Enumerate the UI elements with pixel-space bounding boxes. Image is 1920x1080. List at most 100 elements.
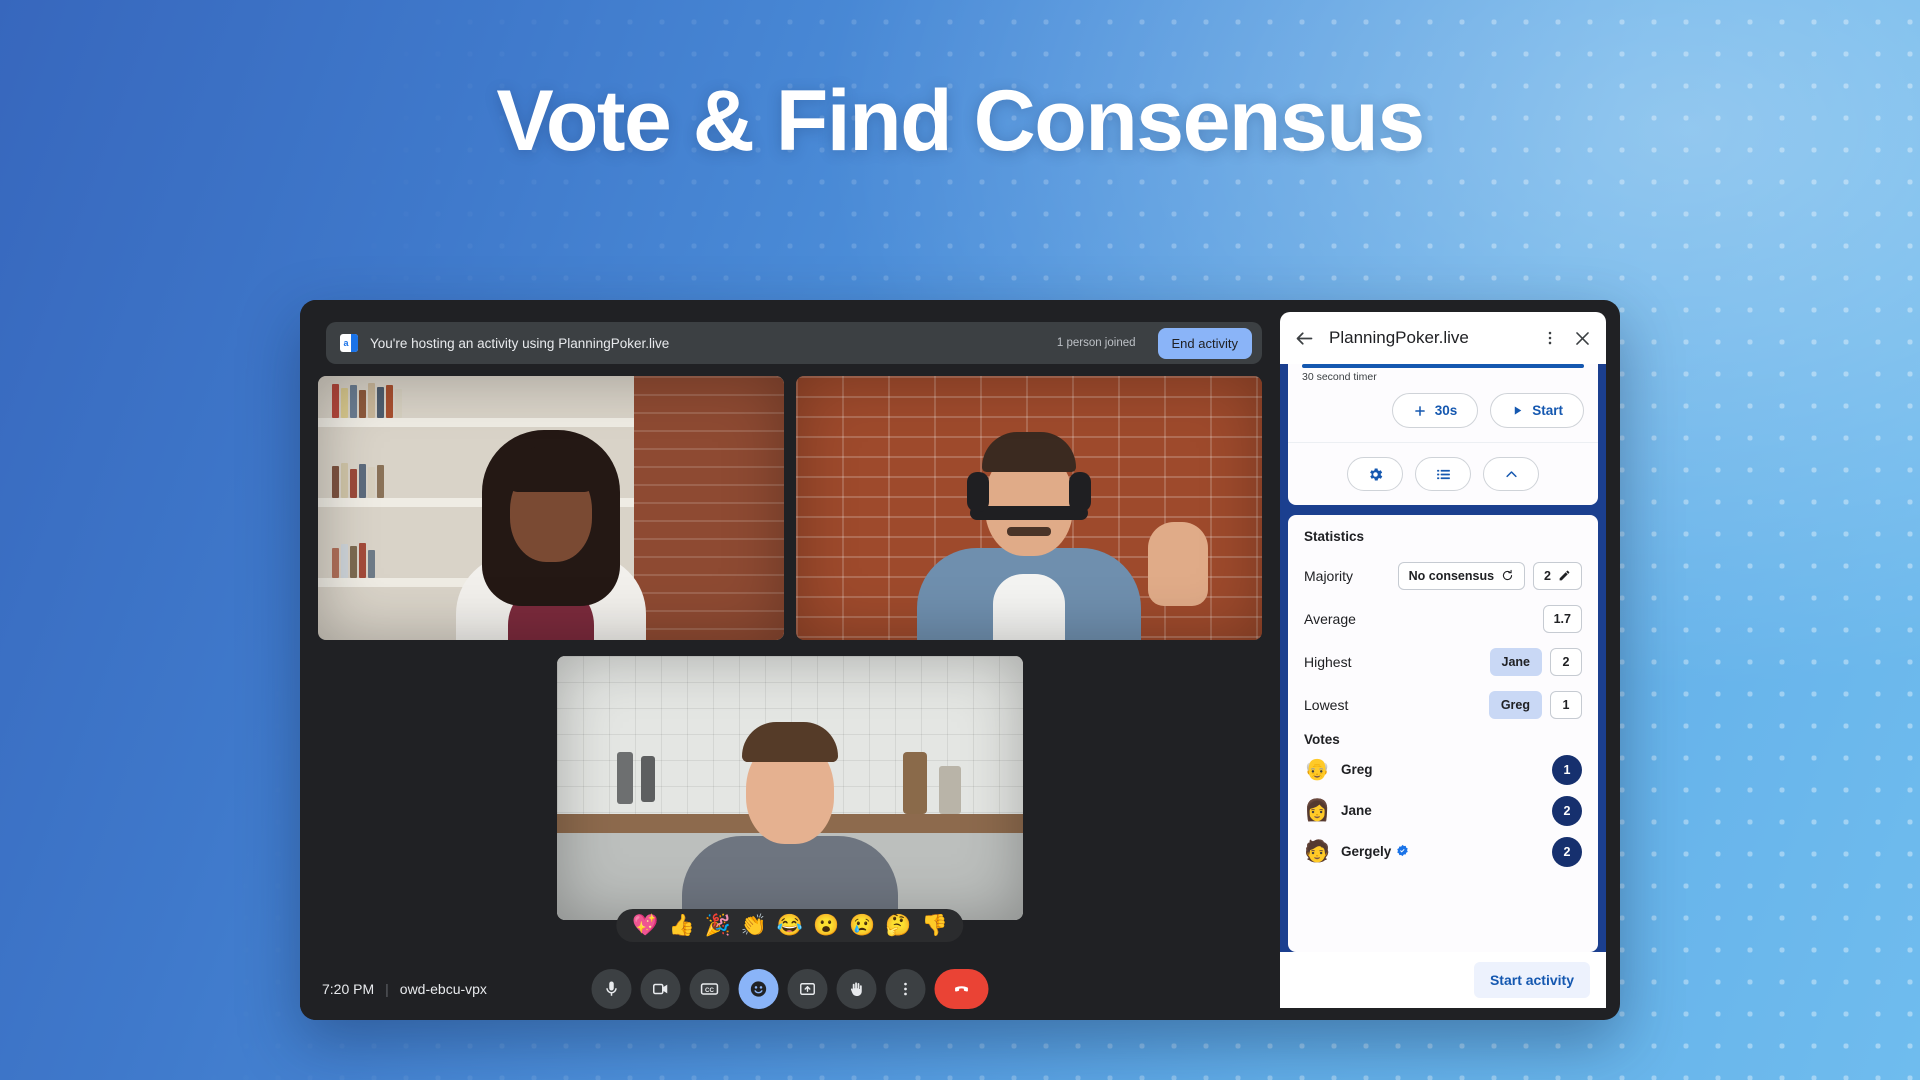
panel-more-vertical-icon[interactable] bbox=[1541, 329, 1559, 347]
closed-captions-icon: CC bbox=[700, 983, 719, 995]
majority-consensus-text: No consensus bbox=[1408, 568, 1495, 583]
participant-tile-3[interactable] bbox=[557, 656, 1023, 920]
add-30s-button[interactable]: 30s bbox=[1391, 393, 1479, 428]
participant-tile-1[interactable] bbox=[318, 376, 784, 640]
camera-button[interactable] bbox=[640, 969, 681, 1009]
lowest-value-chip: 1 bbox=[1550, 690, 1582, 719]
host-activity-banner: a You're hosting an activity using Plann… bbox=[326, 322, 1262, 364]
panel-card: PlanningPoker.live 30 second timer 30s S… bbox=[1280, 312, 1606, 1008]
highest-value-chip: 2 bbox=[1550, 647, 1582, 676]
stat-row-lowest: Lowest Greg 1 bbox=[1304, 683, 1582, 726]
hangup-phone-icon bbox=[955, 986, 968, 992]
video-camera-icon bbox=[653, 983, 668, 995]
activity-side-panel: PlanningPoker.live 30 second timer 30s S… bbox=[1280, 300, 1620, 1020]
collapse-button[interactable] bbox=[1483, 457, 1539, 491]
vote-value-badge: 1 bbox=[1552, 754, 1582, 785]
reaction-joy-icon[interactable]: 😂 bbox=[777, 915, 803, 936]
panel-body: 30 second timer 30s Start Statistics Maj… bbox=[1280, 364, 1606, 952]
highest-name-chip: Jane bbox=[1489, 647, 1542, 676]
avatar: 👴 bbox=[1304, 758, 1331, 781]
video-tile-grid bbox=[318, 376, 1262, 920]
vote-value-badge: 2 bbox=[1552, 795, 1582, 826]
verified-badge-icon bbox=[1396, 844, 1409, 860]
reaction-thinking-icon[interactable]: 🤔 bbox=[885, 915, 911, 936]
chevron-up-icon bbox=[1505, 470, 1517, 477]
voter-name: Greg bbox=[1341, 762, 1373, 777]
majority-value: 2 bbox=[1544, 568, 1551, 583]
lowest-name-chip: Greg bbox=[1488, 690, 1542, 719]
meet-window: a You're hosting an activity using Plann… bbox=[300, 300, 1620, 1020]
back-arrow-icon[interactable] bbox=[1294, 328, 1315, 349]
leave-call-button[interactable] bbox=[934, 969, 989, 1009]
statistics-card: Statistics Majority No consensus 2 Avera… bbox=[1288, 515, 1598, 952]
reaction-heart-icon[interactable]: 💖 bbox=[632, 915, 658, 936]
majority-consensus-chip[interactable]: No consensus bbox=[1397, 561, 1526, 590]
vote-row: 👴 Greg 1 bbox=[1304, 749, 1582, 790]
panel-title: PlanningPoker.live bbox=[1329, 328, 1469, 347]
raise-hand-button[interactable] bbox=[836, 969, 877, 1009]
present-screen-icon bbox=[800, 983, 815, 995]
stat-row-majority: Majority No consensus 2 bbox=[1304, 554, 1582, 597]
list-button[interactable] bbox=[1415, 457, 1471, 491]
reaction-thumbs-down-icon[interactable]: 👎 bbox=[922, 915, 948, 936]
more-vertical-icon bbox=[904, 982, 907, 996]
reaction-party-popper-icon[interactable]: 🎉 bbox=[705, 915, 731, 936]
meeting-meta: 7:20 PM | owd-ebcu-vpx bbox=[322, 981, 487, 997]
panel-scroll-region[interactable]: 30 second timer 30s Start Statistics Maj… bbox=[1280, 364, 1606, 952]
stat-row-average: Average 1.7 bbox=[1304, 597, 1582, 640]
activity-app-icon: a bbox=[340, 334, 358, 352]
majority-value-chip[interactable]: 2 bbox=[1533, 561, 1582, 590]
avatar: 🧑 bbox=[1304, 840, 1331, 863]
vote-value-badge: 2 bbox=[1552, 836, 1582, 867]
microphone-icon bbox=[606, 981, 617, 996]
settings-button[interactable] bbox=[1347, 457, 1403, 491]
timer-button-row: 30s Start bbox=[1288, 383, 1598, 428]
stat-label-highest: Highest bbox=[1304, 653, 1352, 670]
close-icon[interactable] bbox=[1573, 329, 1592, 348]
more-options-button[interactable] bbox=[885, 969, 926, 1009]
timer-card: 30 second timer 30s Start bbox=[1288, 364, 1598, 505]
pencil-icon bbox=[1559, 570, 1570, 581]
panel-footer: Start activity bbox=[1280, 952, 1606, 1008]
reaction-clap-icon[interactable]: 👏 bbox=[741, 915, 767, 936]
emoji-smiley-icon bbox=[750, 981, 767, 997]
captions-button[interactable]: CC bbox=[689, 969, 730, 1009]
start-activity-button[interactable]: Start activity bbox=[1473, 962, 1590, 998]
end-activity-button[interactable]: End activity bbox=[1157, 327, 1252, 359]
plus-icon bbox=[1414, 405, 1425, 416]
average-value-chip: 1.7 bbox=[1542, 604, 1582, 633]
reaction-sad-icon[interactable]: 😢 bbox=[849, 915, 875, 936]
meeting-bottom-bar: 7:20 PM | owd-ebcu-vpx CC bbox=[300, 958, 1280, 1020]
reactions-button[interactable] bbox=[738, 969, 779, 1009]
page-title: Vote & Find Consensus bbox=[496, 73, 1425, 169]
reaction-surprised-icon[interactable]: 😮 bbox=[813, 915, 839, 936]
refresh-icon bbox=[1502, 569, 1513, 581]
microphone-button[interactable] bbox=[591, 969, 632, 1009]
stat-label-lowest: Lowest bbox=[1304, 696, 1349, 713]
raised-hand-icon bbox=[850, 982, 862, 997]
avatar: 👩 bbox=[1304, 799, 1331, 822]
present-button[interactable] bbox=[787, 969, 828, 1009]
participant-tile-2[interactable] bbox=[796, 376, 1262, 640]
meeting-controls: CC bbox=[591, 969, 989, 1009]
stat-label-average: Average bbox=[1304, 610, 1356, 627]
stat-label-majority: Majority bbox=[1304, 567, 1354, 584]
panel-tool-row bbox=[1288, 442, 1598, 491]
voter-name: Gergely bbox=[1341, 844, 1541, 860]
vote-row: 🧑 Gergely 2 bbox=[1304, 831, 1582, 872]
meta-separator: | bbox=[385, 981, 389, 997]
timer-label: 30 second timer bbox=[1302, 371, 1377, 383]
votes-heading: Votes bbox=[1304, 732, 1340, 747]
voter-name: Jane bbox=[1341, 803, 1372, 818]
start-timer-button[interactable]: Start bbox=[1490, 393, 1584, 428]
current-time: 7:20 PM bbox=[322, 981, 375, 997]
banner-message: You're hosting an activity using Plannin… bbox=[370, 335, 670, 351]
play-icon bbox=[1515, 406, 1522, 415]
reaction-emoji-bar[interactable]: 💖 👍 🎉 👏 😂 😮 😢 🤔 👎 bbox=[616, 909, 964, 942]
statistics-heading: Statistics bbox=[1304, 529, 1365, 544]
reaction-thumbs-up-icon[interactable]: 👍 bbox=[668, 915, 694, 936]
panel-header: PlanningPoker.live bbox=[1280, 312, 1606, 364]
start-timer-label: Start bbox=[1532, 403, 1563, 418]
joined-count: 1 person joined bbox=[1056, 337, 1136, 349]
meeting-code: owd-ebcu-vpx bbox=[399, 981, 487, 997]
